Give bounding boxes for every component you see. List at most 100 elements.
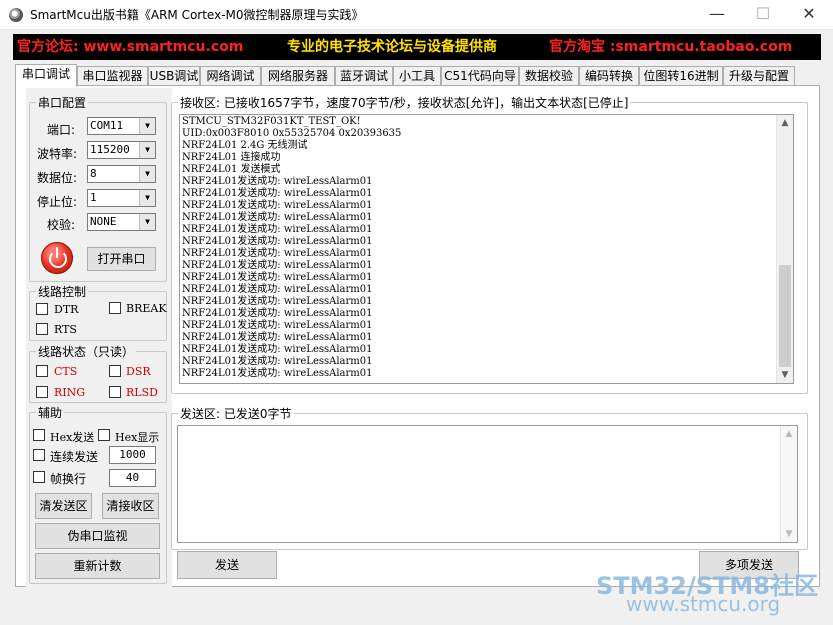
- watermark-url: www.stmcu.org: [626, 592, 781, 616]
- tab-strip: 串口调试 串口监视器 USB调试 网络调试 网络服务器 蓝牙调试 小工具 C51…: [15, 64, 815, 87]
- rts-label: RTS: [54, 323, 77, 336]
- receive-line: NRF24L01发送成功: wireLessAlarm01: [182, 212, 373, 223]
- receive-legend: 接收区: 已接收1657字节，速度70字节/秒，接收状态[允许]，输出文本状态[…: [180, 96, 629, 110]
- frame-input[interactable]: 40: [109, 469, 156, 487]
- databits-value: 8: [90, 167, 97, 180]
- power-icon[interactable]: [41, 242, 73, 274]
- tab-serial-debug[interactable]: 串口调试: [15, 64, 77, 87]
- cts-label: CTS: [54, 365, 78, 378]
- stopbits-select[interactable]: 1 ▼: [87, 189, 156, 207]
- hex-display-label: Hex显示: [115, 431, 160, 444]
- receive-line: NRF24L01发送成功: wireLessAlarm01: [182, 368, 373, 379]
- port-value: COM11: [90, 119, 124, 132]
- databits-label: 数据位:: [37, 171, 78, 185]
- break-label: BREAK: [126, 302, 167, 315]
- scroll-down-icon[interactable]: ▼: [781, 526, 797, 542]
- receive-line: NRF24L01发送成功: wireLessAlarm01: [182, 260, 373, 271]
- receive-line: NRF24L01发送成功: wireLessAlarm01: [182, 200, 373, 211]
- hex-send-checkbox[interactable]: [33, 429, 45, 441]
- parity-select[interactable]: NONE ▼: [87, 213, 156, 231]
- port-label: 端口:: [47, 123, 76, 137]
- tab-c51-wizard[interactable]: C51代码向导: [441, 66, 519, 86]
- baud-value: 115200: [90, 143, 130, 156]
- reset-count-button[interactable]: 重新计数: [35, 553, 160, 579]
- tab-encoding-convert[interactable]: 编码转换: [579, 66, 639, 86]
- databits-select[interactable]: 8 ▼: [87, 165, 156, 183]
- serial-config-legend: 串口配置: [38, 96, 87, 110]
- maximize-icon[interactable]: ☐: [740, 0, 786, 30]
- receive-line: NRF24L01发送成功: wireLessAlarm01: [182, 272, 373, 283]
- frame-newline-label: 帧换行: [50, 472, 87, 486]
- line-control-legend: 线路控制: [38, 285, 87, 299]
- hex-send-label: Hex发送: [50, 431, 95, 444]
- chevron-down-icon[interactable]: ▼: [139, 166, 155, 182]
- receive-line: NRF24L01发送成功: wireLessAlarm01: [182, 284, 373, 295]
- scroll-up-icon[interactable]: ▲: [781, 426, 797, 442]
- window-title: SmartMcu出版书籍《ARM Cortex-M0微控制器原理与实践》: [30, 8, 364, 22]
- break-checkbox[interactable]: [109, 302, 121, 314]
- receive-line: NRF24L01发送成功: wireLessAlarm01: [182, 308, 373, 319]
- frame-newline-checkbox[interactable]: [33, 471, 45, 483]
- aux-legend: 辅助: [38, 406, 63, 420]
- receive-line: NRF24L01发送成功: wireLessAlarm01: [182, 320, 373, 331]
- tab-bluetooth-debug[interactable]: 蓝牙调试: [335, 66, 393, 86]
- app-icon: [9, 8, 23, 22]
- tab-usb-debug[interactable]: USB调试: [148, 66, 200, 86]
- tab-network-debug[interactable]: 网络调试: [200, 66, 261, 86]
- continuous-send-checkbox[interactable]: [33, 449, 45, 461]
- chevron-down-icon[interactable]: ▼: [139, 118, 155, 134]
- tab-data-checksum[interactable]: 数据校验: [519, 66, 579, 86]
- dtr-checkbox[interactable]: [36, 303, 48, 315]
- receive-line: NRF24L01发送成功: wireLessAlarm01: [182, 296, 373, 307]
- clear-send-button[interactable]: 清发送区: [35, 493, 92, 519]
- rlsd-checkbox: [109, 386, 121, 398]
- stopbits-label: 停止位:: [37, 195, 78, 209]
- tab-tools[interactable]: 小工具: [393, 66, 441, 86]
- chevron-down-icon[interactable]: ▼: [139, 142, 155, 158]
- hex-display-checkbox[interactable]: [98, 429, 110, 441]
- close-icon[interactable]: ✕: [786, 0, 832, 30]
- cts-checkbox: [36, 365, 48, 377]
- receive-scrollbar[interactable]: ▲ ▼: [776, 115, 793, 383]
- scroll-up-icon[interactable]: ▲: [777, 115, 793, 131]
- stopbits-value: 1: [90, 191, 97, 204]
- parity-label: 校验:: [47, 218, 76, 232]
- receive-line: NRF24L01发送成功: wireLessAlarm01: [182, 176, 373, 187]
- rts-checkbox[interactable]: [36, 323, 48, 335]
- receive-line: NRF24L01发送成功: wireLessAlarm01: [182, 332, 373, 343]
- interval-input[interactable]: 1000: [109, 446, 156, 464]
- clear-recv-button[interactable]: 清接收区: [102, 493, 159, 519]
- receive-line: STMCU_STM32F031KT_TEST_OK!: [182, 116, 361, 127]
- continuous-send-label: 连续发送: [50, 450, 99, 464]
- chevron-down-icon[interactable]: ▼: [139, 214, 155, 230]
- receive-line: NRF24L01 发送模式: [182, 164, 281, 175]
- baud-select[interactable]: 115200 ▼: [87, 141, 156, 159]
- rlsd-label: RLSD: [126, 386, 158, 399]
- send-button[interactable]: 发送: [177, 551, 277, 579]
- scroll-down-icon[interactable]: ▼: [777, 367, 793, 383]
- tab-network-server[interactable]: 网络服务器: [261, 66, 335, 86]
- tab-serial-monitor[interactable]: 串口监视器: [77, 66, 148, 86]
- receive-line: NRF24L01发送成功: wireLessAlarm01: [182, 188, 373, 199]
- open-port-button[interactable]: 打开串口: [87, 247, 156, 271]
- line-status-legend: 线路状态（只读）: [38, 345, 135, 359]
- tab-bitmap-to-hex[interactable]: 位图转16进制: [639, 66, 723, 86]
- banner-forum-link[interactable]: 官方论坛: www.smartmcu.com: [17, 34, 243, 60]
- tab-upgrade-config[interactable]: 升级与配置: [723, 66, 795, 86]
- send-scrollbar[interactable]: ▲ ▼: [780, 426, 797, 542]
- chevron-down-icon[interactable]: ▼: [139, 190, 155, 206]
- minimize-icon[interactable]: —: [694, 0, 740, 30]
- port-select[interactable]: COM11 ▼: [87, 117, 156, 135]
- receive-line: NRF24L01发送成功: wireLessAlarm01: [182, 248, 373, 259]
- scroll-thumb[interactable]: [779, 265, 791, 367]
- receive-textarea[interactable]: STMCU_STM32F031KT_TEST_OK! UID:0x003F8010…: [179, 114, 794, 384]
- ring-checkbox: [36, 386, 48, 398]
- send-textarea[interactable]: ▲ ▼: [177, 425, 798, 543]
- dtr-label: DTR: [54, 303, 79, 316]
- parity-value: NONE: [90, 215, 117, 228]
- fake-monitor-button[interactable]: 伪串口监视: [35, 523, 160, 549]
- receive-content: STMCU_STM32F031KT_TEST_OK! UID:0x003F8010…: [182, 116, 401, 380]
- banner-taobao-link[interactable]: 官方淘宝 :smartmcu.taobao.com: [549, 34, 792, 60]
- title-bar[interactable]: SmartMcu出版书籍《ARM Cortex-M0微控制器原理与实践》 — ☐…: [0, 0, 833, 30]
- receive-line: NRF24L01 2.4G 无线测试: [182, 140, 308, 151]
